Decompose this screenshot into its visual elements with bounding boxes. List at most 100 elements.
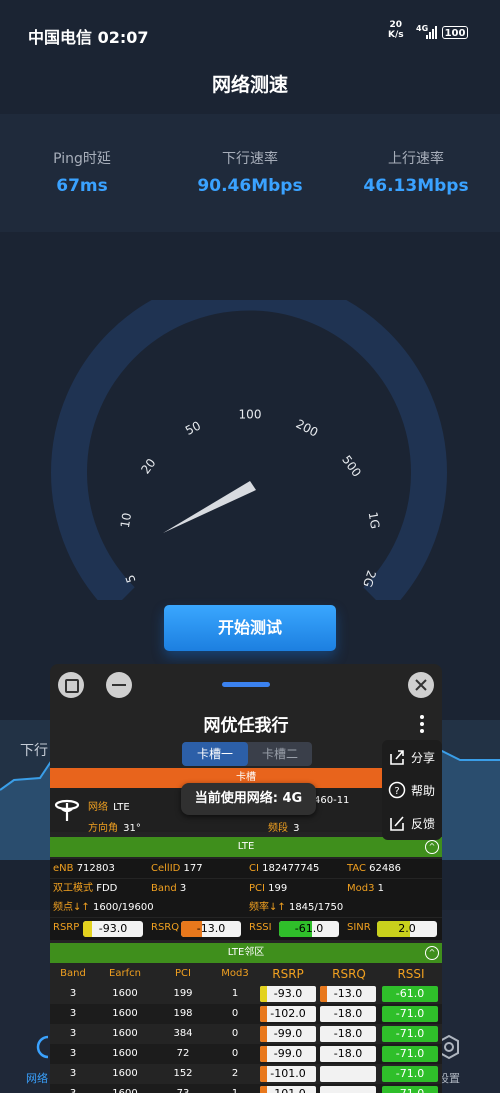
cell-rsrq: -18.0: [320, 1046, 376, 1062]
tab-sim1[interactable]: 卡槽一: [182, 742, 248, 766]
floating-window: 网优任我行 卡槽一 卡槽二 卡槽 网络 LTE 方向角 31° 460-11 频…: [50, 664, 442, 1093]
cell-earfcn: 1600: [96, 1084, 154, 1093]
meter-text: -61.0: [294, 922, 324, 935]
cell-earfcn: 1600: [112, 1048, 138, 1059]
collapse-neighbor-icon[interactable]: ^: [425, 946, 439, 960]
cell-mod3: 1: [231, 988, 239, 999]
cell-rsrp: -99.0: [260, 1026, 316, 1042]
menu-item-help[interactable]: ? 帮助: [382, 775, 442, 805]
stat-upload: 上行速率 46.13Mbps: [363, 151, 469, 196]
lte-row-2: 双工模式 FDD Band 3 PCI 199 Mod3 1: [50, 879, 442, 898]
stat-download: 下行速率 90.46Mbps: [197, 151, 303, 196]
gauge-tick-label: 20: [138, 456, 158, 477]
cell-band: 3: [69, 1028, 77, 1039]
gauge-tick-label: 200: [294, 417, 321, 440]
lte-row-3: 频点↓↑ 1600/19600 频率↓↑ 1845/1750: [50, 898, 442, 917]
cell-band: 3: [69, 988, 77, 999]
meter-text: -93.0: [98, 922, 128, 935]
china-telecom-logo-icon: [54, 799, 80, 821]
cell-band: 3: [69, 1068, 77, 1079]
neighbor-header: LTE邻区: [50, 943, 442, 963]
col-band: Band: [60, 968, 86, 979]
table-row: 3 1600 72 0 -99.0 -18.0 -71.0: [50, 1044, 442, 1064]
cell-band: 3: [69, 1008, 77, 1019]
net-speed: 20 K/s: [388, 20, 404, 40]
meter-value: -61.0: [279, 921, 339, 937]
cell-earfcn: 1600: [112, 988, 138, 999]
cell-rssi-text: -71.0: [395, 1007, 425, 1020]
cell-rsrp-fill: [260, 1086, 267, 1093]
cell-rssi: -71.0: [382, 1066, 438, 1082]
minus-icon: [112, 684, 126, 686]
cell-mod3: 2: [231, 1068, 239, 1079]
cell-rsrp-text: -101.0: [270, 1087, 305, 1093]
cell-rsrq: [320, 1086, 376, 1093]
maximize-button[interactable]: [58, 672, 84, 698]
stat-ping: Ping时延 67ms: [53, 151, 111, 196]
meter-text: -13.0: [196, 922, 226, 935]
cell-earfcn: 1600: [112, 1028, 138, 1039]
cell-rsrq-text: -18.0: [333, 1007, 363, 1020]
tab-sim2[interactable]: 卡槽二: [248, 742, 312, 766]
more-icon[interactable]: [420, 714, 424, 734]
drag-handle[interactable]: [222, 682, 270, 687]
cell-pci: 152: [173, 1068, 193, 1079]
neighbor-table-header: Band Earfcn PCI Mod3 RSRP RSRQ RSSI: [50, 965, 442, 983]
col-earfcn: Earfcn: [109, 968, 141, 979]
cell-earfcn: 1600: [112, 1068, 138, 1079]
cell-rsrp: -101.0: [260, 1086, 316, 1093]
cell-rsrp-text: -102.0: [270, 1007, 306, 1020]
chart-label: 下行: [20, 743, 48, 759]
meter-label: RSRP: [53, 922, 80, 933]
cell-rsrq-text: -18.0: [333, 1027, 363, 1040]
cell-mod3: 0: [231, 1028, 239, 1039]
cell-rsrp-text: -93.0: [273, 987, 303, 1000]
cell-rsrq: -13.0: [320, 986, 376, 1002]
cell-rsrp: -101.0: [260, 1066, 316, 1082]
close-button[interactable]: [408, 672, 434, 698]
cell-rsrq: -18.0: [320, 1006, 376, 1022]
close-icon: [415, 679, 427, 691]
cell-rsrp-text: -99.0: [273, 1047, 303, 1060]
cell-rsrp-fill: [260, 1006, 267, 1022]
cell-rsrp-fill: [260, 1046, 267, 1062]
meter-label: RSSI: [249, 922, 272, 933]
menu-item-share[interactable]: 分享: [382, 742, 442, 772]
feedback-icon: [390, 816, 404, 831]
meter-value: 2.0: [377, 921, 437, 937]
cell-rsrp: -93.0: [260, 986, 316, 1002]
cell-pci: 72: [176, 1048, 190, 1059]
cell-rssi: -71.0: [382, 1026, 438, 1042]
cell-earfcn: 1600: [112, 1008, 138, 1019]
table-row: 3 1600 152 2 -101.0 -71.0: [50, 1064, 442, 1084]
cell-rssi-text: -71.0: [395, 1027, 425, 1040]
page-title: 网络测速: [211, 74, 288, 96]
signal-bars-icon: [426, 26, 437, 39]
cell-rssi: -71.0: [382, 1046, 438, 1062]
menu-item-feedback[interactable]: 反馈: [382, 808, 442, 838]
cell-rsrp-fill: [260, 1026, 267, 1042]
status-bar: 中国电信 02:07 20 K/s 4G 100: [0, 0, 500, 64]
cell-rssi-text: -71.0: [395, 1067, 425, 1080]
cell-mod3: 0: [231, 1008, 239, 1019]
cell-rsrp: -102.0: [260, 1006, 316, 1022]
network-toast: 当前使用网络: 4G: [181, 783, 316, 815]
window-title: 网优任我行: [203, 716, 289, 736]
start-test-button[interactable]: 开始测试: [164, 605, 336, 651]
meter-fill: [83, 921, 92, 937]
cell-pci: 198: [173, 1008, 193, 1019]
col-pci: PCI: [175, 968, 191, 979]
meter-label: RSRQ: [151, 922, 180, 933]
help-icon: ?: [388, 781, 406, 799]
table-row: 31600731 -101.0 -71.0: [50, 1084, 442, 1093]
nav-network-label[interactable]: 网络: [26, 1070, 48, 1086]
gauge-tick-label: 5: [123, 573, 139, 585]
cell-rsrq: -18.0: [320, 1026, 376, 1042]
minimize-button[interactable]: [106, 672, 132, 698]
collapse-lte-icon[interactable]: ^: [425, 840, 439, 854]
cell-band: 3: [50, 1084, 96, 1093]
cell-rssi: -71.0: [382, 1006, 438, 1022]
cell-rsrq-text: -13.0: [333, 987, 363, 1000]
cell-pci: 384: [173, 1028, 193, 1039]
gauge-tick-label: 10: [118, 512, 134, 529]
